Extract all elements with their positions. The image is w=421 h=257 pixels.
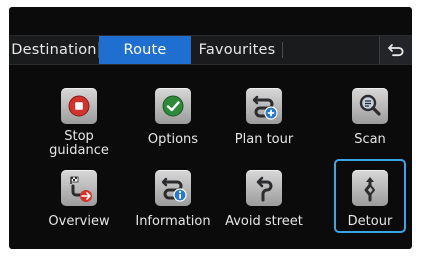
scan-icon <box>352 88 388 124</box>
overview-icon <box>61 170 97 206</box>
navigation-screen: Destination Route Favourites Stop guidan… <box>9 7 412 249</box>
back-arrow-icon <box>388 44 404 57</box>
avoid-street-icon <box>246 170 282 206</box>
tab-route[interactable]: Route <box>99 36 191 64</box>
scan-label: Scan <box>354 132 386 147</box>
stop-guidance-label: Stop guidance <box>49 129 109 158</box>
information-icon <box>155 170 191 206</box>
scan-button[interactable]: Scan <box>324 88 412 148</box>
options-label: Options <box>147 132 199 147</box>
plan-tour-icon <box>246 88 282 124</box>
information-button[interactable]: Information <box>127 170 219 230</box>
tab-bar: Destination Route Favourites <box>9 35 412 65</box>
overview-label: Overview <box>48 214 110 229</box>
selection-highlight <box>334 159 406 233</box>
tab-favourites[interactable]: Favourites <box>191 36 283 64</box>
options-button[interactable]: Options <box>127 88 219 148</box>
information-label: Information <box>135 214 211 229</box>
plan-tour-label: Plan tour <box>234 132 294 147</box>
avoid-street-button[interactable]: Avoid street <box>218 170 310 230</box>
plan-tour-button[interactable]: Plan tour <box>218 88 310 148</box>
stop-icon <box>61 88 97 124</box>
avoid-street-label: Avoid street <box>225 214 303 229</box>
tab-destination[interactable]: Destination <box>9 36 99 64</box>
overview-button[interactable]: Overview <box>33 170 125 230</box>
back-button[interactable] <box>379 36 412 64</box>
stop-guidance-button[interactable]: Stop guidance <box>33 88 125 158</box>
checkmark-icon <box>155 88 191 124</box>
